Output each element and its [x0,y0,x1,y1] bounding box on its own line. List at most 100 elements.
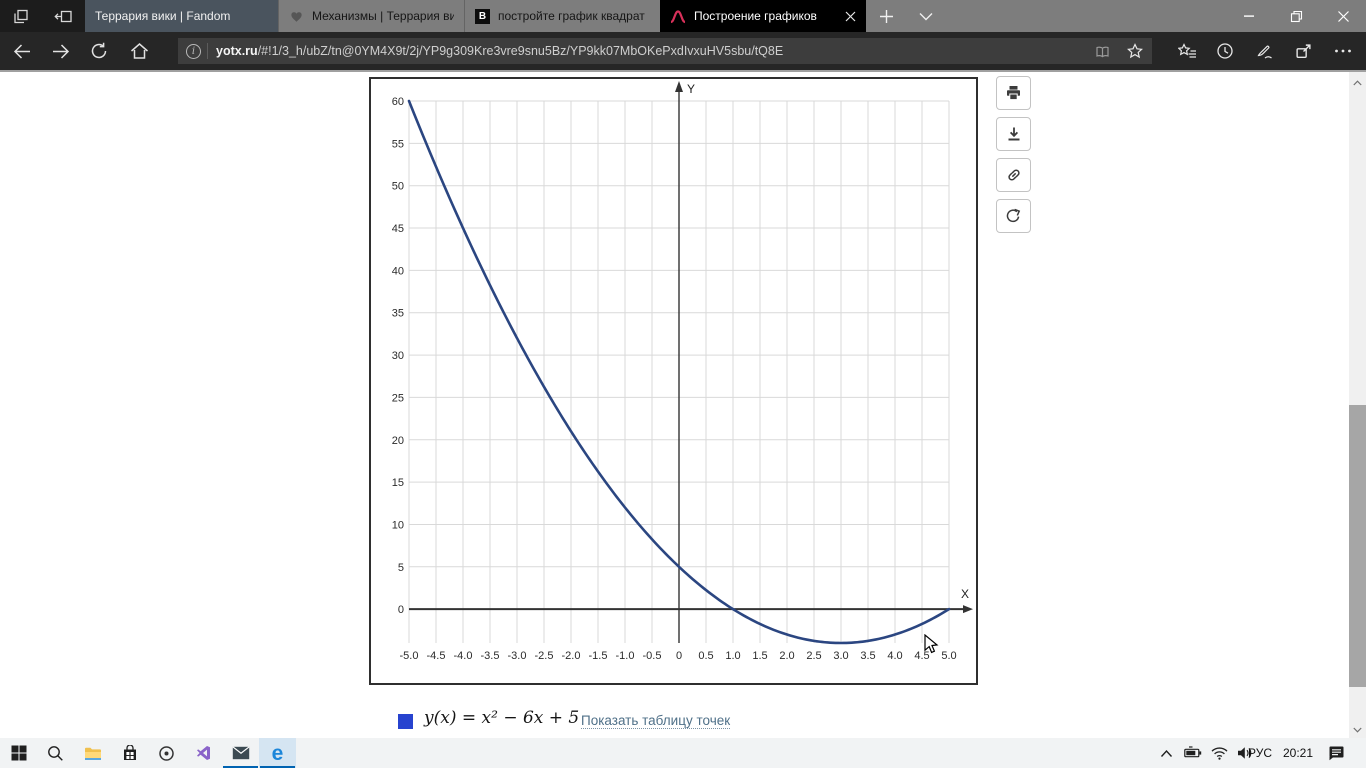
svg-text:2.5: 2.5 [806,650,821,662]
minimize-button[interactable] [1226,0,1272,32]
home-icon[interactable] [122,32,156,70]
close-window-button[interactable] [1320,0,1366,32]
clock[interactable]: 20:21 [1283,738,1313,768]
svg-text:25: 25 [392,392,404,404]
close-tab-icon[interactable] [845,11,856,22]
web-notes-pen-icon[interactable] [1248,32,1282,70]
share-icon[interactable] [1286,32,1320,70]
svg-text:-0.5: -0.5 [643,650,662,662]
web-page-content: X Y -5.0 -4.5 -4.0 -3.5 -3.0 -2.5 -2.0 -1.5 -1.0 -0… [0,70,1366,740]
print-button[interactable] [996,76,1031,110]
svg-text:50: 50 [392,181,404,193]
page-scrollbar[interactable] [1349,72,1366,740]
forward-icon[interactable] [43,32,77,70]
svg-text:5: 5 [398,562,404,574]
history-icon[interactable] [1208,32,1242,70]
tab-list-chevron-icon[interactable] [906,0,946,32]
svg-text:30: 30 [392,350,404,362]
site-info-icon[interactable]: i [186,43,201,59]
windows-taskbar: e РУС 20:21 [0,738,1366,768]
reading-view-icon[interactable] [1086,35,1118,67]
tab-graph-builder-active[interactable]: Построение графиков [660,0,866,32]
maximize-restore-button[interactable] [1273,0,1319,32]
mouse-cursor [924,634,944,656]
refresh-icon[interactable] [82,32,116,70]
action-center-icon[interactable] [1320,738,1352,768]
scroll-up-icon[interactable] [1349,74,1366,91]
svg-text:-1.5: -1.5 [589,650,608,662]
add-favorite-star-icon[interactable] [1118,35,1152,67]
svg-text:3.0: 3.0 [833,650,848,662]
new-tab-icon[interactable] [866,0,906,32]
vscode-icon[interactable] [185,738,222,768]
svg-text:-4.5: -4.5 [427,650,446,662]
svg-text:1.5: 1.5 [752,650,767,662]
svg-text:0.5: 0.5 [698,650,713,662]
tab-title: Построение графиков [694,9,817,23]
svg-text:55: 55 [392,138,404,150]
svg-text:Y: Y [687,82,695,96]
language-indicator[interactable]: РУС [1248,738,1272,768]
svg-text:3.5: 3.5 [860,650,875,662]
mail-app-icon[interactable] [222,738,259,768]
start-button[interactable] [0,738,37,768]
wifi-icon[interactable] [1206,738,1232,768]
svg-text:2.0: 2.0 [779,650,794,662]
tab-terraria-wiki[interactable]: Террария вики | Fandom [85,0,278,32]
tab-mechanisms[interactable]: Механизмы | Террария вик [278,0,464,32]
edge-logo: e [271,741,284,765]
svg-text:4.0: 4.0 [887,650,902,662]
scroll-down-icon[interactable] [1349,721,1366,738]
show-hidden-icons-chevron[interactable] [1152,738,1180,768]
file-explorer-icon[interactable] [74,738,111,768]
download-button[interactable] [996,117,1031,151]
graph-plot-box: X Y -5.0 -4.5 -4.0 -3.5 -3.0 -2.5 -2.0 -1.5 -1.0 -0… [369,77,978,685]
svg-text:35: 35 [392,308,404,320]
tab-question[interactable]: В постройте график квадрат [464,0,660,32]
link-button[interactable] [996,158,1031,192]
fandom-heart-icon [289,9,304,23]
function-formula: y(x) = x² − 6x + 5 [424,708,580,728]
svg-text:-2.5: -2.5 [535,650,554,662]
divider [207,43,208,59]
svg-text:10: 10 [392,519,404,531]
more-options-icon[interactable] [1326,32,1360,70]
favorites-bar-icon[interactable] [1170,32,1204,70]
export-share-button[interactable] [996,199,1031,233]
svg-text:-3.5: -3.5 [481,650,500,662]
svg-text:1.0: 1.0 [725,650,740,662]
tab-title: Террария вики | Fandom [95,9,231,23]
svg-text:60: 60 [392,96,404,108]
svg-text:-2.0: -2.0 [562,650,581,662]
series-color-swatch[interactable] [398,714,413,729]
url-path: /#!1/3_h/ubZ/tn@0YM4X9t/2j/YP9g309Kre3vr… [257,44,784,58]
svg-text:20: 20 [392,435,404,447]
svg-text:0: 0 [676,650,682,662]
svg-text:-3.0: -3.0 [508,650,527,662]
tab-preview-icon[interactable] [12,0,30,32]
browser-navbar: i yotx.ru/#!1/3_h/ubZ/tn@0YM4X9t/2j/YP9g… [0,32,1366,70]
circular-app-icon[interactable] [148,738,185,768]
svg-text:-4.0: -4.0 [454,650,473,662]
svg-text:X: X [961,587,969,601]
svg-text:-5.0: -5.0 [400,650,419,662]
url-text: yotx.ru/#!1/3_h/ubZ/tn@0YM4X9t/2j/YP9g30… [216,44,1086,58]
site-letter-favicon: В [475,8,490,24]
svg-text:45: 45 [392,223,404,235]
svg-text:-1.0: -1.0 [616,650,635,662]
show-points-table-link[interactable]: Показать таблицу точек [581,713,731,729]
scrollbar-thumb[interactable] [1349,405,1366,687]
set-tabs-aside-icon[interactable] [54,0,73,32]
microsoft-store-icon[interactable] [111,738,148,768]
battery-charging-icon[interactable] [1180,738,1206,768]
function-plot-canvas[interactable]: X Y -5.0 -4.5 -4.0 -3.5 -3.0 -2.5 -2.0 -1.5 -1.0 -0… [371,79,976,683]
url-domain: yotx.ru [216,44,258,58]
edge-browser-icon[interactable]: e [259,738,296,768]
yotx-favicon [670,9,686,24]
search-button[interactable] [37,738,74,768]
browser-titlebar: Террария вики | Fandom Механизмы | Терра… [0,0,1366,32]
address-bar[interactable]: i yotx.ru/#!1/3_h/ubZ/tn@0YM4X9t/2j/YP9g… [178,38,1152,64]
back-icon[interactable] [5,32,39,70]
svg-text:0: 0 [398,604,404,616]
tab-actions-area [0,0,85,32]
